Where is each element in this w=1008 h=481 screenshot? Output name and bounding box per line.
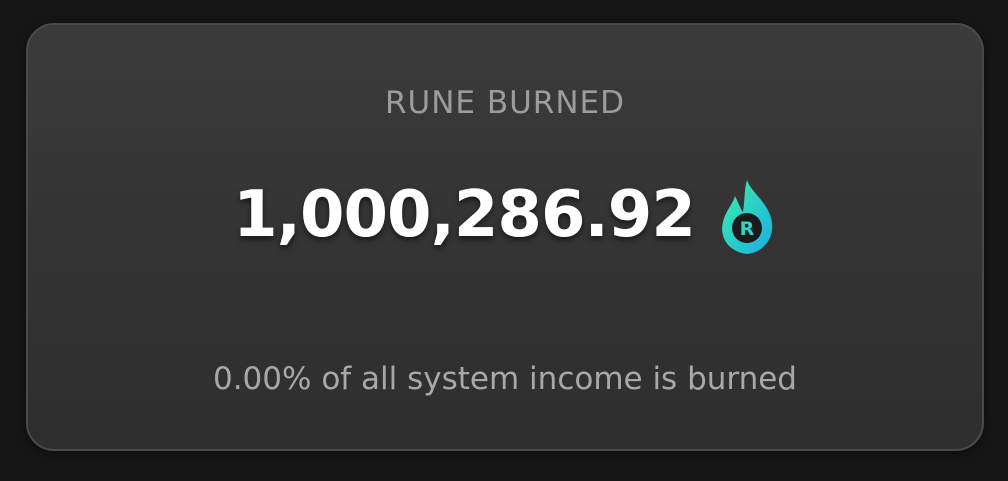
burned-value-row: 1,000,286.92 R	[28, 175, 982, 255]
burned-amount: 1,000,286.92	[233, 178, 696, 252]
burn-info-text: 0.00% of all system income is burned	[212, 361, 797, 397]
rune-letter: R	[740, 218, 755, 240]
card-title: RUNE BURNED	[384, 85, 625, 121]
rune-burned-card: RUNE BURNED 1,000,286.92 R 0.00% of all …	[26, 23, 984, 451]
rune-flame-icon: R	[721, 180, 773, 254]
